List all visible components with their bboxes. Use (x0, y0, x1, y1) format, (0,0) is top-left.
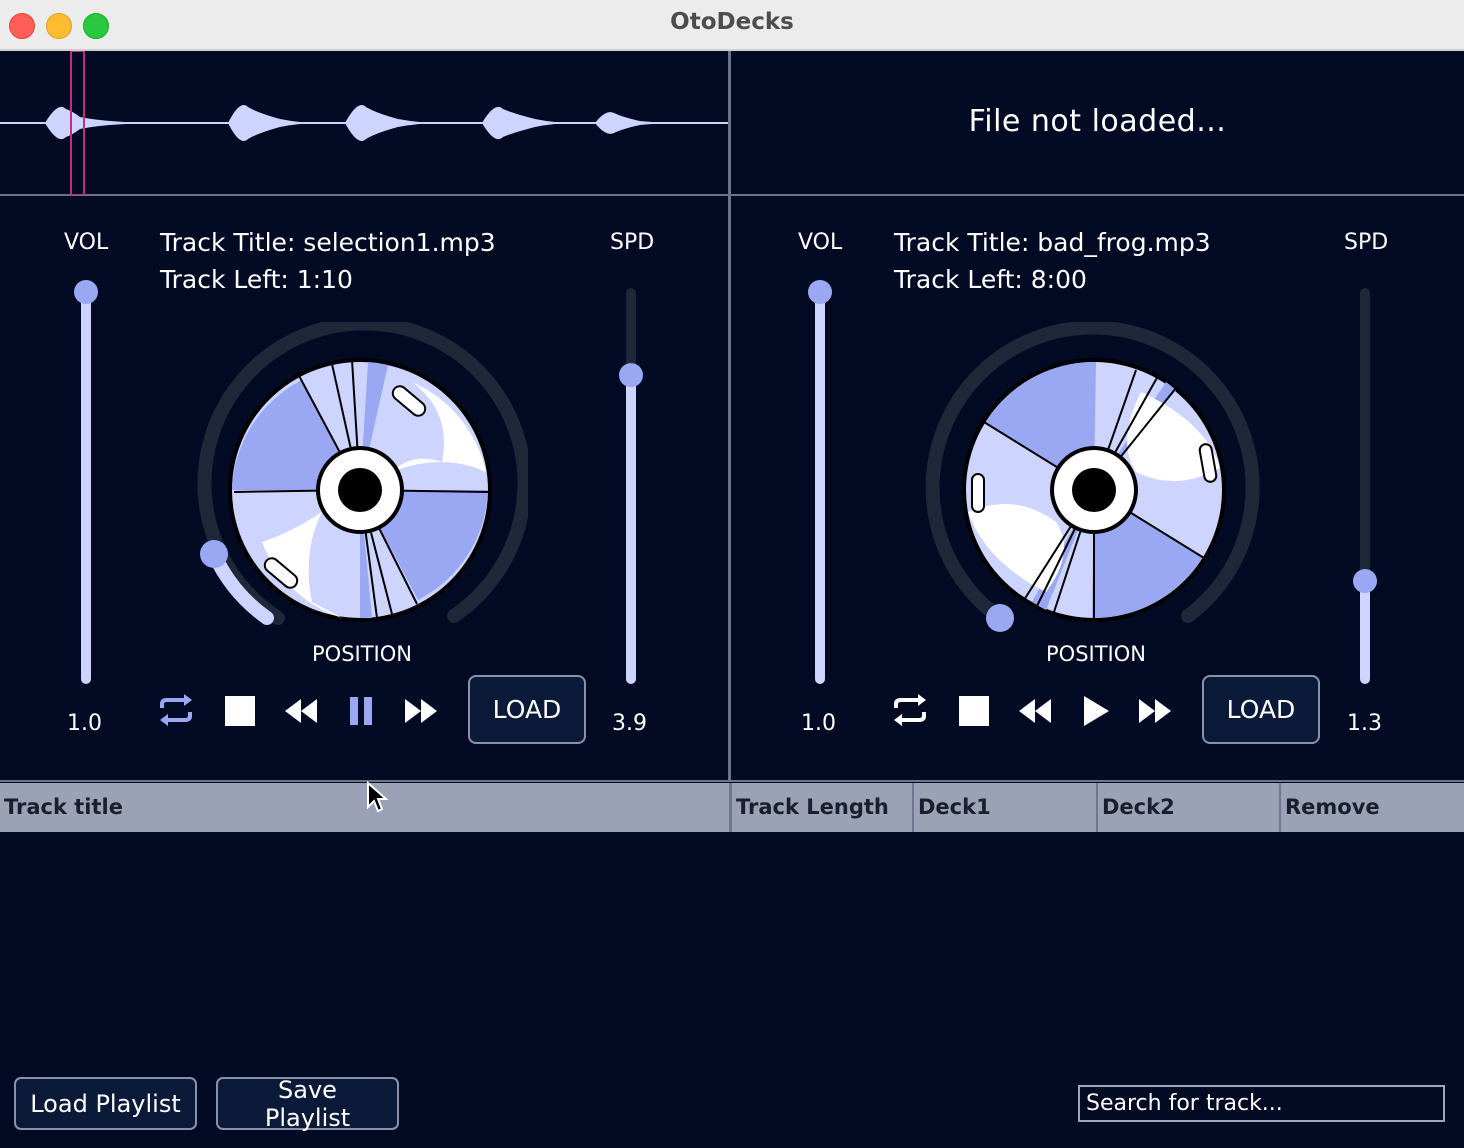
deck2-volume-slider[interactable] (806, 280, 834, 690)
deck2-track-left: Track Left: 8:00 (894, 265, 1087, 294)
deck1-position-knob[interactable] (192, 322, 528, 658)
deck2-speed-slider[interactable] (1351, 280, 1379, 690)
deck2-speed-thumb (1353, 569, 1377, 594)
column-header-track-title[interactable]: Track title (0, 783, 729, 832)
save-playlist-button[interactable]: Save Playlist (216, 1076, 399, 1132)
deck2-spd-label: SPD (1344, 230, 1389, 255)
deck2-position-knob[interactable] (926, 322, 1262, 658)
deck1-speed-thumb (619, 363, 643, 388)
deck1-position-label: POSITION (312, 642, 412, 666)
column-header-deck1[interactable]: Deck1 (912, 783, 1096, 832)
deck1-position-thumb (200, 540, 228, 568)
deck1-load-button[interactable]: LOAD (468, 675, 586, 744)
deck1-disc-icon (228, 358, 492, 622)
window-title: OtoDecks (670, 9, 794, 35)
playlist-table-body[interactable] (0, 832, 1464, 1057)
deck2-position-thumb (986, 604, 1014, 632)
deck1-vol-value: 1.0 (67, 711, 102, 736)
deck2-stop-icon[interactable] (958, 695, 990, 727)
deck2-track-title: Track Title: bad_frog.mp3 (894, 228, 1211, 257)
mouse-cursor-icon (367, 781, 389, 813)
deck2-rewind-icon[interactable] (1017, 697, 1053, 725)
column-header-remove[interactable]: Remove (1279, 783, 1464, 832)
deck1-speed-slider[interactable] (617, 280, 645, 690)
column-header-track-length[interactable]: Track Length (729, 783, 912, 832)
load-playlist-button[interactable]: Load Playlist (14, 1077, 197, 1130)
deck-divider (728, 51, 731, 781)
deck1-spd-value: 3.9 (612, 711, 647, 736)
deck1-fast-forward-icon[interactable] (403, 697, 439, 725)
deck2-vol-label: VOL (798, 230, 843, 255)
deck1-waveform[interactable] (0, 51, 728, 195)
column-header-deck2[interactable]: Deck2 (1096, 783, 1279, 832)
decks-bottom-divider (0, 780, 1464, 782)
playlist-header: Track title Track Length Deck1 Deck2 Rem… (0, 783, 1464, 832)
title-bar: OtoDecks (0, 0, 1464, 51)
deck1-volume-thumb (74, 280, 98, 304)
deck2-spd-value: 1.3 (1347, 711, 1382, 736)
deck2-play-icon[interactable] (1081, 694, 1111, 728)
deck2-fast-forward-icon[interactable] (1137, 697, 1173, 725)
deck1-track-title: Track Title: selection1.mp3 (160, 228, 496, 257)
deck2-loop-icon[interactable] (891, 692, 929, 728)
deck1-loop-icon[interactable] (157, 692, 195, 728)
deck2-vol-value: 1.0 (801, 711, 836, 736)
deck1-volume-slider[interactable] (72, 280, 100, 690)
deck2-volume-thumb (808, 280, 832, 304)
deck2-waveform-status: File not loaded... (968, 104, 1227, 139)
deck2-load-button[interactable]: LOAD (1202, 675, 1320, 744)
track-search-input[interactable] (1078, 1085, 1445, 1122)
deck1-pause-icon[interactable] (347, 695, 375, 727)
deck1-rewind-icon[interactable] (283, 697, 319, 725)
deck1-vol-label: VOL (64, 230, 109, 255)
deck1-spd-label: SPD (610, 230, 655, 255)
deck1-track-left: Track Left: 1:10 (160, 265, 353, 294)
deck2-disc-icon (962, 358, 1226, 622)
deck2-position-label: POSITION (1046, 642, 1146, 666)
deck1-stop-icon[interactable] (224, 695, 256, 727)
